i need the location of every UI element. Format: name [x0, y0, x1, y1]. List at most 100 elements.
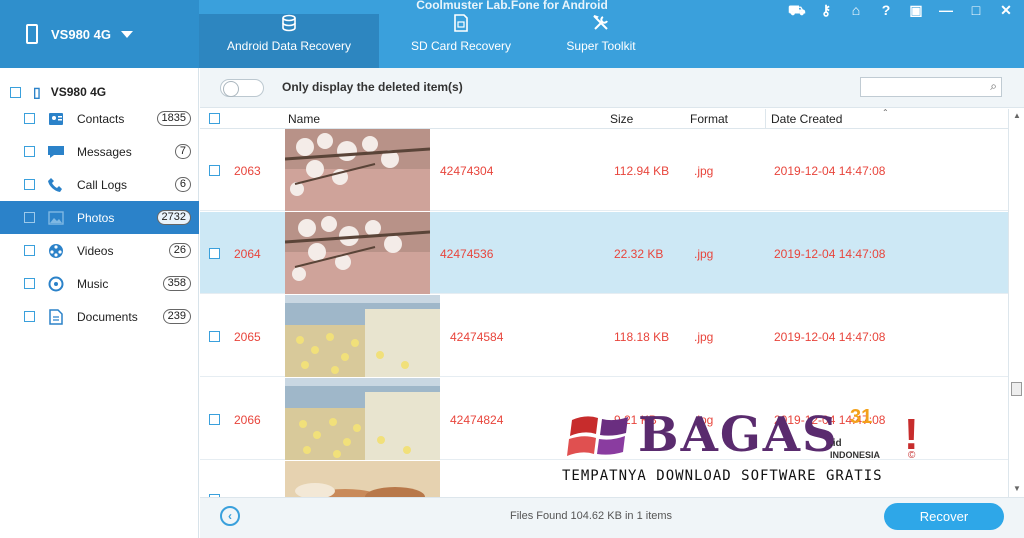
deleted-only-toggle[interactable] — [220, 79, 264, 97]
checkbox[interactable] — [10, 86, 21, 98]
checkbox[interactable] — [24, 245, 35, 256]
scrollbar-thumb[interactable] — [1011, 382, 1022, 396]
row-format: .jpg — [694, 247, 714, 261]
row-size: 112.94 KB — [614, 164, 670, 178]
contacts-icon — [47, 110, 65, 128]
search-icon[interactable]: ⌕ — [990, 79, 997, 94]
table-row[interactable]: 2064 42474536 22.32 KB .jpg 2019-12-04 1… — [200, 212, 1008, 294]
search-input[interactable]: ⌕ — [860, 77, 1002, 97]
sidebar-item-label: Messages — [77, 144, 132, 159]
cart-icon[interactable]: ⛟ — [788, 2, 806, 21]
phone-icon — [26, 24, 38, 44]
sidebar-root[interactable]: ▯ VS980 4G — [0, 82, 106, 102]
scroll-up-icon[interactable]: ▲ — [1013, 111, 1021, 120]
tab-android-data-recovery[interactable]: Android Data Recovery — [199, 14, 379, 68]
close-icon[interactable]: ✕ — [998, 2, 1014, 21]
sidebar-item-call-logs[interactable]: Call Logs 6 — [0, 168, 199, 201]
row-checkbox[interactable] — [209, 331, 220, 342]
app-window: Coolmuster Lab.Fone for Android VS980 4G… — [0, 0, 1024, 538]
messages-icon — [47, 143, 65, 161]
sidebar-item-label: Contacts — [77, 111, 125, 126]
row-checkbox[interactable] — [209, 414, 220, 425]
row-id: 2064 — [234, 247, 261, 261]
filter-bar: Only display the deleted item(s) ⌕ — [200, 68, 1024, 108]
tab-sd-card-recovery[interactable]: SD Card Recovery — [392, 14, 530, 68]
tab-super-toolkit[interactable]: Super Toolkit — [546, 14, 656, 68]
home-icon[interactable]: ⌂ — [848, 2, 864, 21]
count-badge: 239 — [162, 309, 191, 324]
sidebar-item-documents[interactable]: Documents 239 — [0, 300, 199, 333]
key-icon[interactable]: ⚷ — [818, 2, 834, 21]
scroll-down-icon[interactable]: ▼ — [1013, 484, 1021, 493]
thumbnail-image — [285, 461, 440, 497]
thumbnail-image — [285, 378, 440, 460]
device-name: VS980 4G — [51, 26, 111, 42]
recover-button[interactable]: Recover — [884, 503, 1004, 530]
column-name[interactable]: Name — [288, 112, 320, 126]
sidebar-item-label: Call Logs — [77, 177, 128, 192]
row-date: 2019-12-04 14:47:08 — [774, 164, 886, 178]
row-checkbox[interactable] — [209, 248, 220, 259]
device-selector[interactable]: VS980 4G — [0, 0, 199, 68]
watermark-domain: .id — [830, 438, 842, 449]
row-name: 42474536 — [440, 247, 494, 261]
android-icon: ▯ — [33, 83, 41, 100]
row-name: 42474584 — [450, 330, 504, 344]
column-size[interactable]: Size — [610, 112, 633, 126]
help-icon[interactable]: ? — [878, 2, 894, 21]
music-icon — [47, 275, 65, 293]
files-found-status: Files Found 104.62 KB in 1 items — [510, 510, 673, 522]
count-badge: 6 — [174, 177, 191, 192]
sidebar-item-photos[interactable]: Photos 2732 — [0, 201, 199, 234]
sidebar-item-videos[interactable]: Videos 26 — [0, 234, 199, 267]
table-row[interactable]: 2063 42474304 112.94 KB .jpg 2019-12-04 … — [200, 129, 1008, 211]
sidebar-item-label: Photos — [77, 210, 115, 225]
row-size: 22.32 KB — [614, 247, 664, 261]
select-all-checkbox[interactable] — [209, 113, 220, 124]
phone-icon — [47, 176, 65, 194]
maximize-icon[interactable]: □ — [968, 2, 984, 21]
back-arrow-icon[interactable]: ‹ — [220, 506, 240, 526]
watermark-country: INDONESIA — [830, 450, 881, 460]
column-date-created[interactable]: Date Created — [771, 112, 842, 126]
copyright-icon: © — [908, 450, 916, 461]
checkbox[interactable] — [24, 146, 35, 157]
checkbox[interactable] — [24, 212, 35, 223]
videos-icon — [47, 242, 65, 260]
sidebar-item-messages[interactable]: Messages 7 — [0, 135, 199, 168]
sort-ascending-icon: ⌃ — [882, 108, 889, 117]
count-badge: 1835 — [156, 111, 191, 126]
row-id: 2063 — [234, 164, 261, 178]
row-format: .jpg — [694, 164, 714, 178]
row-checkbox[interactable] — [209, 165, 220, 176]
column-divider — [765, 109, 766, 129]
sidebar-item-music[interactable]: Music 358 — [0, 267, 199, 300]
tab-label: SD Card Recovery — [410, 39, 512, 53]
sidebar-root-label: VS980 4G — [50, 85, 107, 99]
watermark: BAGAS 31 ! .id INDONESIA © TEMPATNYA DOW… — [560, 404, 940, 494]
row-date: 2019-12-04 14:47:08 — [774, 247, 886, 261]
sidebar-item-label: Music — [77, 276, 109, 291]
feedback-icon[interactable]: ▣ — [908, 2, 924, 21]
checkbox[interactable] — [24, 278, 35, 289]
chevron-down-icon — [121, 30, 133, 38]
sidebar-item-contacts[interactable]: Contacts 1835 — [0, 102, 199, 135]
column-format[interactable]: Format — [690, 112, 728, 126]
window-controls: ⛟ ⚷ ⌂ ? ▣ — □ ✕ — [788, 2, 1014, 21]
top-bar: Coolmuster Lab.Fone for Android VS980 4G… — [0, 0, 1024, 68]
tab-label: Super Toolkit — [566, 39, 636, 53]
vertical-scrollbar[interactable]: ▲ ▼ — [1008, 109, 1024, 497]
watermark-superscript: 31 — [850, 406, 873, 428]
footer-bar: ‹ Files Found 104.62 KB in 1 items Recov… — [200, 497, 1024, 538]
minimize-icon[interactable]: — — [938, 2, 954, 21]
count-badge: 358 — [162, 276, 191, 291]
documents-icon — [47, 308, 65, 326]
windows-flag-icon — [567, 416, 628, 456]
tools-icon — [546, 14, 656, 37]
row-name: 42474304 — [440, 164, 494, 178]
count-badge: 26 — [168, 243, 191, 258]
checkbox[interactable] — [24, 113, 35, 124]
table-row[interactable]: 2065 42474584 118.18 KB .jpg 2019-12-04 … — [200, 295, 1008, 377]
checkbox[interactable] — [24, 179, 35, 190]
checkbox[interactable] — [24, 311, 35, 322]
